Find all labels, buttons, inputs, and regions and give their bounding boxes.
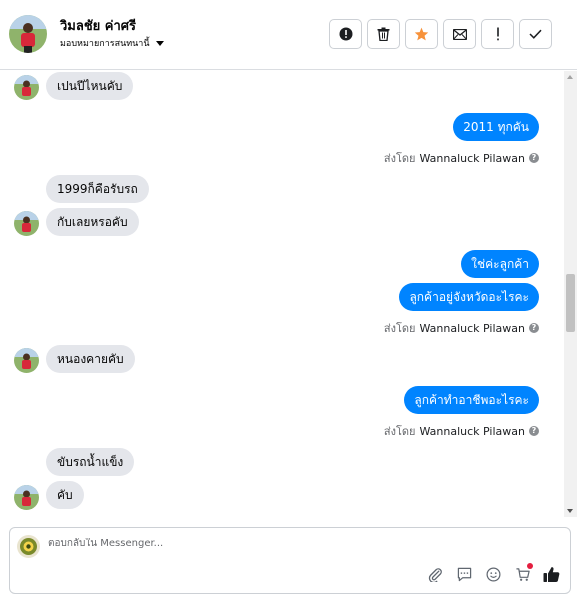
scroll-down-arrow-icon[interactable] — [567, 509, 573, 513]
cart-icon — [515, 568, 530, 581]
sender-avatar — [14, 75, 39, 100]
thread-scrollbar[interactable] — [564, 71, 577, 517]
question-icon[interactable]: ? — [529, 153, 539, 163]
reply-composer — [9, 527, 571, 594]
question-icon[interactable]: ? — [529, 426, 539, 436]
like-button[interactable] — [543, 566, 560, 583]
scroll-thumb[interactable] — [566, 274, 575, 332]
sent-by-label: ส่งโดย Wannaluck Pilawan ? — [384, 422, 539, 440]
caret-down-icon — [155, 40, 164, 46]
page-avatar — [17, 535, 40, 558]
thumbs-up-icon — [543, 567, 560, 582]
outgoing-message: ลูกค้าอยู่จังหวัดอะไรคะ — [399, 283, 539, 311]
mark-unread-button[interactable] — [443, 19, 476, 49]
question-icon[interactable]: ? — [529, 323, 539, 333]
star-icon — [414, 27, 429, 41]
attach-button[interactable] — [427, 566, 444, 583]
message-thread: เปนปีไหนคับ 2011 ทุกคัน ส่งโดย Wannaluck… — [0, 71, 577, 517]
conversation-toolbar — [329, 19, 552, 49]
exclamation-icon — [496, 27, 499, 41]
follow-up-button[interactable] — [481, 19, 514, 49]
saved-reply-button[interactable] — [456, 566, 473, 583]
shop-button[interactable] — [514, 563, 533, 583]
star-button[interactable] — [405, 19, 438, 49]
incoming-message: 1999ก็คือรับรถ — [46, 175, 149, 203]
incoming-message: กับเลยหรอคับ — [46, 208, 139, 236]
sender-avatar — [14, 485, 39, 510]
incoming-message: คับ — [46, 481, 84, 509]
outgoing-message: ใช่ค่ะลูกค้า — [461, 250, 539, 278]
conversation-header: วิมลชัย ค่าศรี มอบหมายการสนทนานี้ — [0, 0, 577, 70]
notification-dot — [527, 563, 533, 569]
sender-avatar — [14, 211, 39, 236]
sent-by-prefix: ส่งโดย — [383, 152, 416, 165]
sent-by-label: ส่งโดย Wannaluck Pilawan ? — [384, 149, 539, 167]
paperclip-icon — [428, 568, 442, 582]
mark-done-button[interactable] — [519, 19, 552, 49]
sent-by-prefix: ส่งโดย — [383, 322, 416, 335]
assign-label: มอบหมายการสนทนานี้ — [60, 39, 150, 49]
sender-name: Wannaluck Pilawan — [419, 321, 526, 335]
emoji-button[interactable] — [485, 566, 502, 583]
envelope-icon — [452, 28, 467, 40]
emoji-icon — [486, 567, 501, 582]
incoming-message: เปนปีไหนคับ — [46, 72, 134, 100]
sender-avatar — [14, 348, 39, 373]
saved-reply-icon — [457, 567, 472, 582]
incoming-message: ขับรถน้ำแข็ง — [46, 448, 135, 476]
sent-by-prefix: ส่งโดย — [383, 425, 416, 438]
alert-circle-icon — [339, 27, 352, 41]
delete-button[interactable] — [367, 19, 400, 49]
outgoing-message: 2011 ทุกคัน — [453, 113, 539, 141]
contact-avatar[interactable] — [9, 15, 47, 53]
sender-name: Wannaluck Pilawan — [419, 151, 526, 165]
reply-input[interactable] — [48, 538, 448, 549]
composer-toolbar — [427, 563, 560, 583]
scroll-up-arrow-icon[interactable] — [567, 75, 573, 79]
sent-by-label: ส่งโดย Wannaluck Pilawan ? — [384, 319, 539, 337]
contact-name: วิมลชัย ค่าศรี — [60, 19, 137, 34]
mark-spam-button[interactable] — [329, 19, 362, 49]
trash-icon — [377, 27, 390, 41]
assign-conversation-dropdown[interactable]: มอบหมายการสนทนานี้ — [60, 36, 164, 50]
outgoing-message: ลูกค้าทำอาชีพอะไรคะ — [404, 386, 539, 414]
check-icon — [529, 29, 542, 39]
sender-name: Wannaluck Pilawan — [419, 424, 526, 438]
incoming-message: หนองคายคับ — [46, 345, 135, 373]
